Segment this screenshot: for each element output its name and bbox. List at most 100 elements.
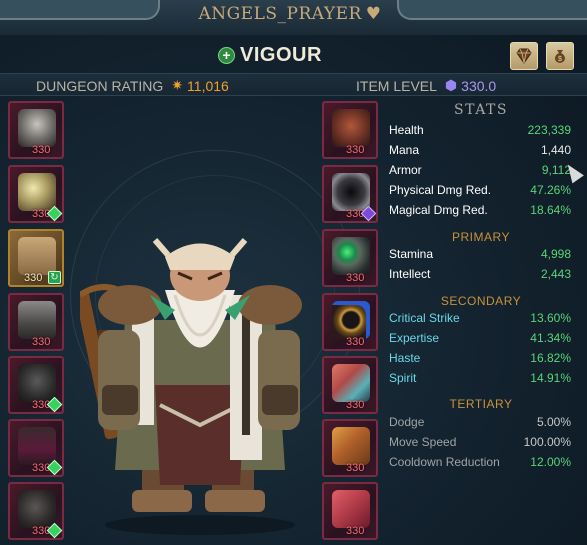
stat-label: Stamina bbox=[389, 247, 434, 261]
stat-value: 13.60% bbox=[530, 311, 571, 325]
tome-orange-icon bbox=[332, 427, 370, 465]
helm-icon bbox=[18, 109, 56, 147]
stat-label: Critical Strike bbox=[389, 311, 460, 325]
equip-slot-gloves[interactable]: 330 bbox=[8, 356, 64, 414]
stat-label: Intellect bbox=[389, 267, 431, 281]
character-name: ANGELS_PRAYER bbox=[198, 4, 362, 24]
stat-label: Expertise bbox=[389, 331, 440, 345]
gem-emblem-button[interactable] bbox=[510, 42, 538, 70]
money-bag-button[interactable]: $ bbox=[546, 42, 574, 70]
stat-value: 14.91% bbox=[530, 371, 571, 385]
stat-label: Armor bbox=[389, 163, 422, 177]
stat-row-armor: Armor 9,112 bbox=[389, 163, 571, 181]
item-level-value: 330.0 bbox=[461, 77, 497, 94]
stat-label: Physical Dmg Red. bbox=[389, 183, 492, 197]
stat-value: 16.82% bbox=[530, 351, 571, 365]
stat-label: Health bbox=[389, 123, 424, 137]
ratings-bar: DUNGEON RATING ✷ 11,016 ITEM LEVEL ⬢ 330… bbox=[0, 73, 587, 96]
stat-label: Dodge bbox=[389, 415, 425, 429]
slot-level: 330 bbox=[24, 272, 43, 284]
item-level-gem-icon: ⬢ bbox=[444, 77, 458, 93]
stat-label: Cooldown Reduction bbox=[389, 455, 500, 469]
character-model[interactable] bbox=[80, 235, 320, 535]
shoulders-icon bbox=[18, 173, 56, 211]
slot-level: 330 bbox=[346, 525, 365, 537]
item-level: ITEM LEVEL ⬢ 330.0 bbox=[356, 77, 496, 94]
stat-row-intellect: Intellect 2,443 bbox=[389, 267, 571, 285]
stat-value: 1,440 bbox=[540, 143, 571, 157]
stat-label: Magical Dmg Red. bbox=[389, 203, 488, 217]
money-bag-icon: $ bbox=[555, 50, 565, 63]
heart-icon[interactable]: ♥ bbox=[366, 4, 382, 24]
dungeon-rating-value: 11,016 bbox=[187, 77, 229, 94]
stat-row-stamina: Stamina 4,998 bbox=[389, 247, 571, 265]
spec-row: + VIGOUR bbox=[218, 44, 322, 67]
equip-slot-boots[interactable]: 330 bbox=[8, 482, 64, 540]
stat-value: 223,339 bbox=[527, 123, 571, 137]
equip-slot-legs[interactable]: 330 bbox=[8, 419, 64, 477]
dungeon-rating-label: DUNGEON RATING bbox=[36, 77, 164, 94]
secondary-heading: SECONDARY bbox=[440, 294, 522, 308]
equip-slot-helm[interactable]: 330 bbox=[8, 101, 64, 159]
stats-title: STATS bbox=[454, 102, 508, 118]
character-name-header: ANGELS_PRAYER ♥ bbox=[190, 4, 390, 24]
equip-slot-amulet[interactable]: 330 bbox=[322, 101, 378, 159]
equip-slot-chest[interactable]: 330 bbox=[8, 293, 64, 351]
slot-level: 330 bbox=[346, 272, 365, 284]
stat-value: 41.34% bbox=[530, 331, 571, 345]
slot-level: 330 bbox=[346, 462, 365, 474]
stat-label: Haste bbox=[389, 351, 421, 365]
dungeon-rating: DUNGEON RATING ✷ 11,016 bbox=[36, 77, 229, 94]
item-level-label: ITEM LEVEL bbox=[356, 77, 437, 94]
slot-level: 330 bbox=[346, 336, 365, 348]
stat-row-dodge: Dodge 5.00% bbox=[389, 415, 571, 433]
stat-label: Mana bbox=[389, 143, 420, 157]
tome-pink-icon bbox=[332, 490, 370, 528]
slot-level: 330 bbox=[346, 144, 365, 156]
plus-icon[interactable]: + bbox=[218, 47, 235, 64]
stat-row-health: Health 223,339 bbox=[389, 123, 571, 141]
stat-label: Move Speed bbox=[389, 435, 457, 449]
ring-emerald-icon bbox=[332, 237, 370, 275]
equip-slot-shoulders[interactable]: 330 bbox=[8, 165, 64, 223]
stat-row-haste: Haste 16.82% bbox=[389, 351, 571, 369]
stat-label: Spirit bbox=[389, 371, 417, 385]
primary-heading: PRIMARY bbox=[452, 230, 510, 244]
stat-row-expertise: Expertise 41.34% bbox=[389, 331, 571, 349]
slot-level: 330 bbox=[32, 336, 51, 348]
equip-slot-relic[interactable]: 330 bbox=[322, 482, 378, 540]
stat-row-spirit: Spirit 14.91% bbox=[389, 371, 571, 389]
stat-value: 12.00% bbox=[530, 455, 571, 469]
equip-slot-cloak[interactable]: 330 ↻ bbox=[8, 229, 64, 287]
boots-icon bbox=[18, 490, 56, 528]
amulet-icon bbox=[332, 109, 370, 147]
spec-name: VIGOUR bbox=[240, 44, 322, 66]
bracers-icon bbox=[332, 173, 370, 211]
chest-icon bbox=[18, 301, 56, 339]
rating-gem-icon: ✷ bbox=[171, 77, 184, 93]
equip-slot-bracers[interactable]: 330 bbox=[322, 165, 378, 223]
stat-row-move-speed: Move Speed 100.00% bbox=[389, 435, 571, 453]
stat-row-magical-dmg-red: Magical Dmg Red. 18.64% bbox=[389, 203, 571, 221]
ring-sapphire-icon bbox=[332, 301, 370, 339]
stat-row-mana: Mana 1,440 bbox=[389, 143, 571, 161]
top-tab-left[interactable] bbox=[0, 0, 160, 20]
stat-value: 2,443 bbox=[540, 267, 571, 281]
stat-value: 47.26% bbox=[530, 183, 571, 197]
slot-level: 330 bbox=[32, 144, 51, 156]
refresh-gem-icon: ↻ bbox=[48, 271, 61, 284]
stat-row-cooldown-reduction: Cooldown Reduction 12.00% bbox=[389, 455, 571, 473]
stat-value: 5.00% bbox=[536, 415, 571, 429]
gloves-icon bbox=[18, 364, 56, 402]
top-tab-right[interactable] bbox=[397, 0, 587, 20]
equip-slot-offhand[interactable]: 330 bbox=[322, 419, 378, 477]
stat-row-critical-strike: Critical Strike 13.60% bbox=[389, 311, 571, 329]
equip-slot-trinket[interactable]: 330 bbox=[322, 356, 378, 414]
legs-icon bbox=[18, 427, 56, 465]
gem-emblem-icon bbox=[516, 48, 532, 64]
stat-value: 4,998 bbox=[540, 247, 571, 261]
trinket-crystal-icon bbox=[332, 364, 370, 402]
equip-slot-ring-2[interactable]: 330 bbox=[322, 293, 378, 351]
tertiary-heading: TERTIARY bbox=[449, 397, 513, 411]
equip-slot-ring-1[interactable]: 330 bbox=[322, 229, 378, 287]
